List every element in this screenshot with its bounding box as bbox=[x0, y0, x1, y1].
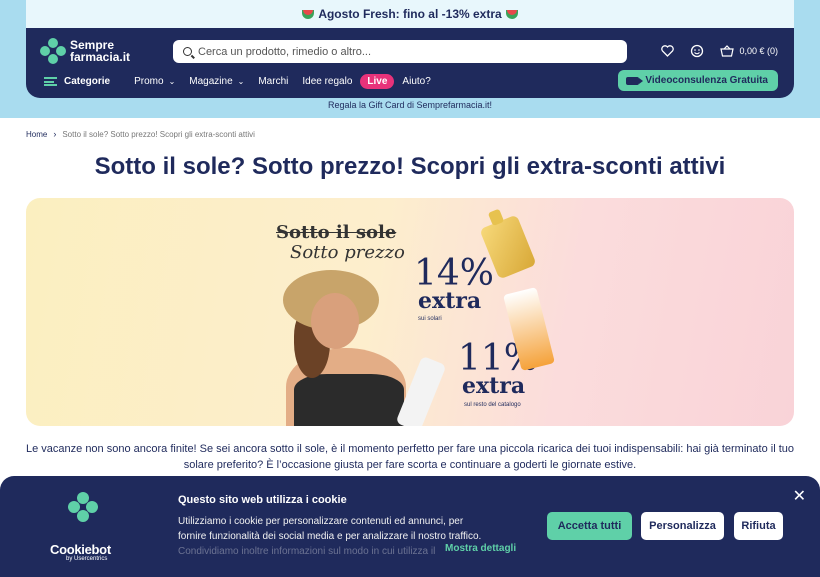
main-navigation: Sempre farmacia.it Cerca un prodotto, ri… bbox=[26, 28, 794, 98]
gift-card-link[interactable]: Regala la Gift Card di Semprefarmacia.it… bbox=[0, 100, 820, 110]
cookie-text-line2: fornire funzionalità dei social media e … bbox=[178, 531, 482, 542]
heart-icon[interactable] bbox=[660, 44, 674, 58]
close-icon[interactable]: ✕ bbox=[793, 486, 806, 506]
banner-model-face bbox=[311, 293, 359, 349]
watermelon-icon bbox=[505, 9, 518, 19]
page-description: Le vacanze non sono ancora finite! Se se… bbox=[26, 443, 794, 471]
refuse-button[interactable]: Rifiuta bbox=[734, 512, 783, 540]
cart-total[interactable]: 0,00 € (0) bbox=[739, 46, 778, 56]
menu-bar: Categorie Promo ⌄ Magazine ⌄ Marchi Idee… bbox=[44, 74, 445, 89]
menu-marchi[interactable]: Marchi bbox=[258, 76, 288, 87]
search-placeholder: Cerca un prodotto, rimedio o altro... bbox=[198, 45, 372, 58]
cookiebot-byline: by Usercentrics bbox=[66, 556, 108, 562]
video-consultation-button[interactable]: Videoconsulenza Gratuita bbox=[618, 70, 778, 91]
menu-magazine[interactable]: Magazine ⌄ bbox=[189, 76, 244, 87]
site-logo[interactable]: Sempre farmacia.it bbox=[40, 38, 130, 64]
account-icon[interactable] bbox=[690, 44, 704, 58]
menu-aiuto[interactable]: Aiuto? bbox=[402, 76, 430, 87]
menu-live-badge[interactable]: Live bbox=[360, 74, 395, 89]
banner-sub-2: sul resto del catalogo bbox=[464, 402, 521, 408]
promo-banner[interactable]: Sotto il sole Sotto prezzo 14% extra sui… bbox=[26, 198, 794, 426]
menu-promo[interactable]: Promo ⌄ bbox=[134, 76, 175, 87]
video-camera-icon bbox=[626, 76, 644, 85]
banner-headline: Sotto prezzo bbox=[290, 242, 405, 263]
cart-icon[interactable] bbox=[720, 44, 735, 58]
customize-button[interactable]: Personalizza bbox=[641, 512, 724, 540]
menu-magazine-label: Magazine bbox=[189, 76, 233, 87]
header-actions: 0,00 € (0) bbox=[644, 44, 778, 58]
logo-line2: farmacia.it bbox=[70, 50, 131, 64]
cookie-title: Questo sito web utilizza i cookie bbox=[178, 494, 347, 506]
chevron-right-icon: › bbox=[53, 129, 57, 139]
promo-bar[interactable]: Agosto Fresh: fino al -13% extra bbox=[26, 0, 794, 28]
breadcrumb-home[interactable]: Home bbox=[26, 130, 47, 139]
page-title: Sotto il sole? Sotto prezzo! Scopri gli … bbox=[94, 153, 726, 180]
breadcrumb: Home › Sotto il sole? Sotto prezzo! Scop… bbox=[26, 129, 255, 139]
menu-idee-regalo-label: Idee regalo bbox=[302, 76, 353, 87]
breadcrumb-current: Sotto il sole? Sotto prezzo! Scopri gli … bbox=[62, 129, 255, 139]
menu-idee-regalo[interactable]: Idee regalo bbox=[302, 76, 352, 87]
banner-headline-strike: Sotto il sole bbox=[276, 222, 397, 243]
cookie-text-line1: Utilizziamo i cookie per personalizzare … bbox=[178, 516, 464, 527]
banner-extra-1: extra bbox=[418, 288, 482, 314]
menu-marchi-label: Marchi bbox=[258, 76, 289, 87]
promo-text: Agosto Fresh: fino al -13% extra bbox=[318, 7, 502, 21]
cookie-banner: Cookiebot by Usercentrics Questo sito we… bbox=[0, 476, 820, 577]
cookie-details-link[interactable]: Mostra dettagli bbox=[445, 543, 516, 554]
logo-flower-icon bbox=[40, 38, 66, 64]
banner-sub-1: sui solari bbox=[418, 316, 442, 322]
accept-all-button[interactable]: Accetta tutti bbox=[547, 512, 632, 540]
banner-extra-2: extra bbox=[462, 373, 526, 399]
search-input[interactable]: Cerca un prodotto, rimedio o altro... bbox=[173, 40, 627, 63]
menu-categorie-label: Categorie bbox=[64, 76, 111, 87]
cookie-flower-icon bbox=[68, 492, 98, 522]
menu-aiuto-label: Aiuto? bbox=[402, 76, 431, 87]
watermelon-icon bbox=[302, 9, 315, 19]
hamburger-icon bbox=[44, 77, 57, 86]
menu-categorie[interactable]: Categorie bbox=[44, 76, 110, 87]
cookiebot-logo: Cookiebot bbox=[50, 542, 111, 557]
search-icon bbox=[183, 47, 192, 56]
banner-model-swimsuit bbox=[294, 374, 404, 426]
video-button-label: Videoconsulenza Gratuita bbox=[645, 75, 768, 86]
chevron-down-icon: ⌄ bbox=[168, 77, 176, 86]
chevron-down-icon: ⌄ bbox=[237, 77, 245, 86]
logo-text: Sempre farmacia.it bbox=[70, 39, 130, 63]
menu-promo-label: Promo bbox=[134, 76, 164, 87]
